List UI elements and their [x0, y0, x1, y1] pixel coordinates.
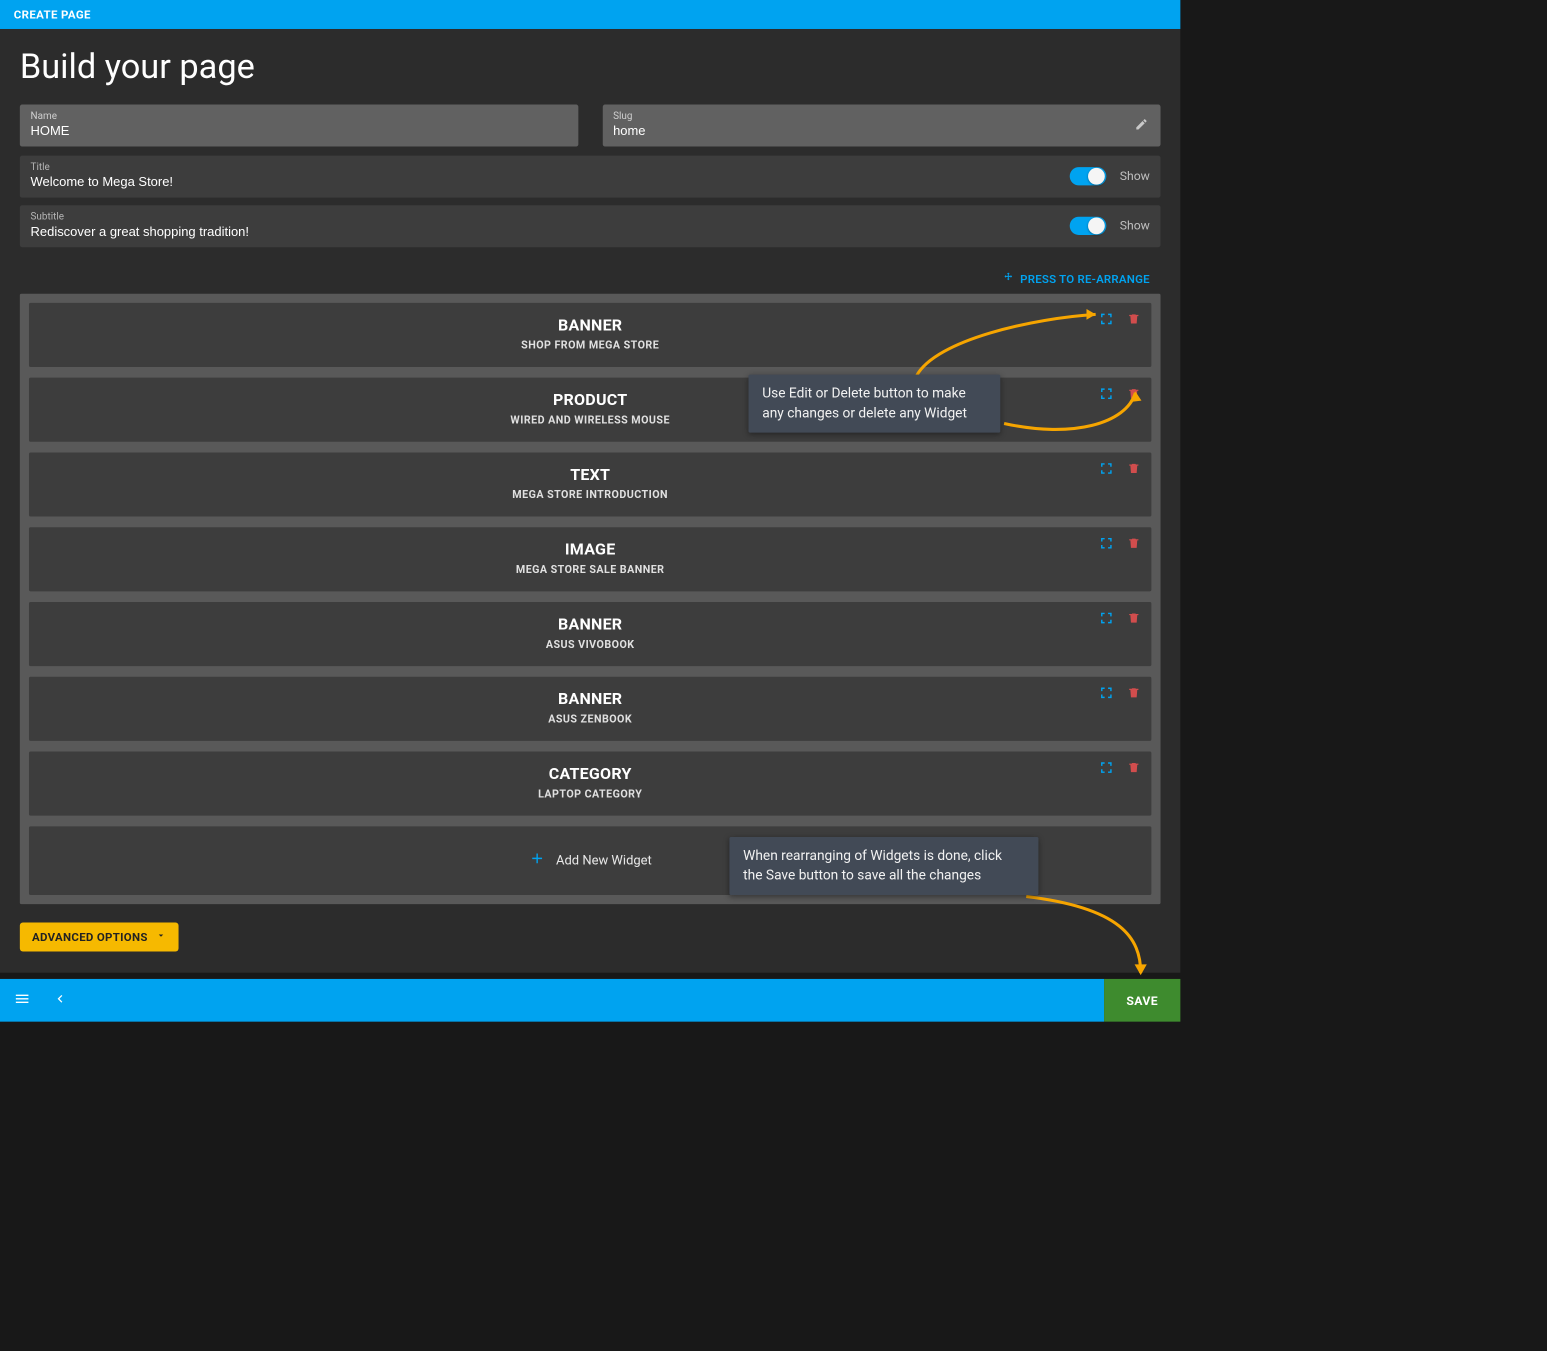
callout-edit-delete: Use Edit or Delete button to make any ch… — [749, 375, 1001, 433]
subtitle-label: Subtitle — [31, 211, 1070, 222]
slug-label: Slug — [613, 111, 1150, 122]
main-panel: Build your page Name Slug Title Show Sub… — [0, 29, 1180, 973]
save-button[interactable]: SAVE — [1104, 979, 1180, 1022]
expand-icon[interactable] — [1099, 462, 1113, 479]
widget-type: BANNER — [41, 317, 1139, 335]
widget-item: BANNER SHOP FROM MEGA STORE — [29, 303, 1151, 367]
trash-icon[interactable] — [1127, 312, 1141, 329]
widget-subtitle: MEGA STORE INTRODUCTION — [41, 489, 1139, 501]
widget-subtitle: ASUS VIVOBOOK — [41, 639, 1139, 651]
trash-icon[interactable] — [1127, 462, 1141, 479]
subtitle-field: Subtitle Show — [20, 205, 1161, 247]
subtitle-show-label: Show — [1120, 218, 1150, 232]
expand-icon[interactable] — [1099, 761, 1113, 778]
rearrange-link[interactable]: PRESS TO RE-ARRANGE — [1003, 272, 1150, 286]
callout-save: When rearranging of Widgets is done, cli… — [729, 837, 1038, 895]
name-input[interactable] — [31, 124, 568, 139]
widget-type: IMAGE — [41, 541, 1139, 559]
advanced-options-button[interactable]: ADVANCED OPTIONS — [20, 922, 178, 951]
widget-item: TEXT MEGA STORE INTRODUCTION — [29, 452, 1151, 516]
expand-icon[interactable] — [1099, 611, 1113, 628]
hamburger-icon[interactable] — [14, 990, 31, 1010]
trash-icon[interactable] — [1127, 686, 1141, 703]
trash-icon[interactable] — [1127, 611, 1141, 628]
expand-icon[interactable] — [1099, 686, 1113, 703]
move-icon — [1003, 272, 1014, 286]
expand-icon[interactable] — [1099, 312, 1113, 329]
widgets-panel: BANNERSHOP FROM MEGA STOREPRODUCTWIRED A… — [20, 294, 1161, 904]
subtitle-input[interactable] — [31, 224, 1070, 239]
trash-icon[interactable] — [1127, 387, 1141, 404]
title-show-label: Show — [1120, 169, 1150, 183]
page-title: Build your page — [20, 46, 1161, 86]
title-show-toggle[interactable] — [1069, 167, 1106, 185]
add-widget-label: Add New Widget — [556, 853, 652, 868]
name-label: Name — [31, 111, 568, 122]
widget-type: TEXT — [41, 466, 1139, 484]
plus-icon — [529, 849, 546, 872]
widget-type: BANNER — [41, 691, 1139, 709]
advanced-options-label: ADVANCED OPTIONS — [32, 930, 148, 944]
topbar-title: CREATE PAGE — [14, 8, 91, 22]
trash-icon[interactable] — [1127, 536, 1141, 553]
widget-subtitle: MEGA STORE SALE BANNER — [41, 564, 1139, 576]
chevron-down-icon — [155, 930, 166, 944]
widget-type: BANNER — [41, 616, 1139, 634]
widget-type: CATEGORY — [41, 765, 1139, 783]
widget-item: IMAGE MEGA STORE SALE BANNER — [29, 527, 1151, 591]
expand-icon[interactable] — [1099, 387, 1113, 404]
trash-icon[interactable] — [1127, 761, 1141, 778]
slug-field[interactable]: Slug — [602, 105, 1160, 147]
widget-item: BANNER ASUS ZENBOOK — [29, 677, 1151, 741]
title-label: Title — [31, 162, 1070, 173]
slug-input[interactable] — [613, 124, 1150, 139]
widget-item: BANNER ASUS VIVOBOOK — [29, 602, 1151, 666]
widget-subtitle: SHOP FROM MEGA STORE — [41, 340, 1139, 352]
pencil-icon[interactable] — [1135, 117, 1149, 134]
widget-subtitle: LAPTOP CATEGORY — [41, 788, 1139, 800]
expand-icon[interactable] — [1099, 536, 1113, 553]
bottombar: SAVE — [0, 979, 1180, 1022]
title-input[interactable] — [31, 175, 1070, 190]
widget-item: CATEGORY LAPTOP CATEGORY — [29, 752, 1151, 816]
topbar: CREATE PAGE — [0, 0, 1180, 29]
widget-subtitle: ASUS ZENBOOK — [41, 713, 1139, 725]
title-field: Title Show — [20, 156, 1161, 198]
subtitle-show-toggle[interactable] — [1069, 216, 1106, 234]
chevron-left-icon[interactable] — [52, 991, 67, 1009]
rearrange-label: PRESS TO RE-ARRANGE — [1020, 272, 1150, 286]
name-field[interactable]: Name — [20, 105, 578, 147]
